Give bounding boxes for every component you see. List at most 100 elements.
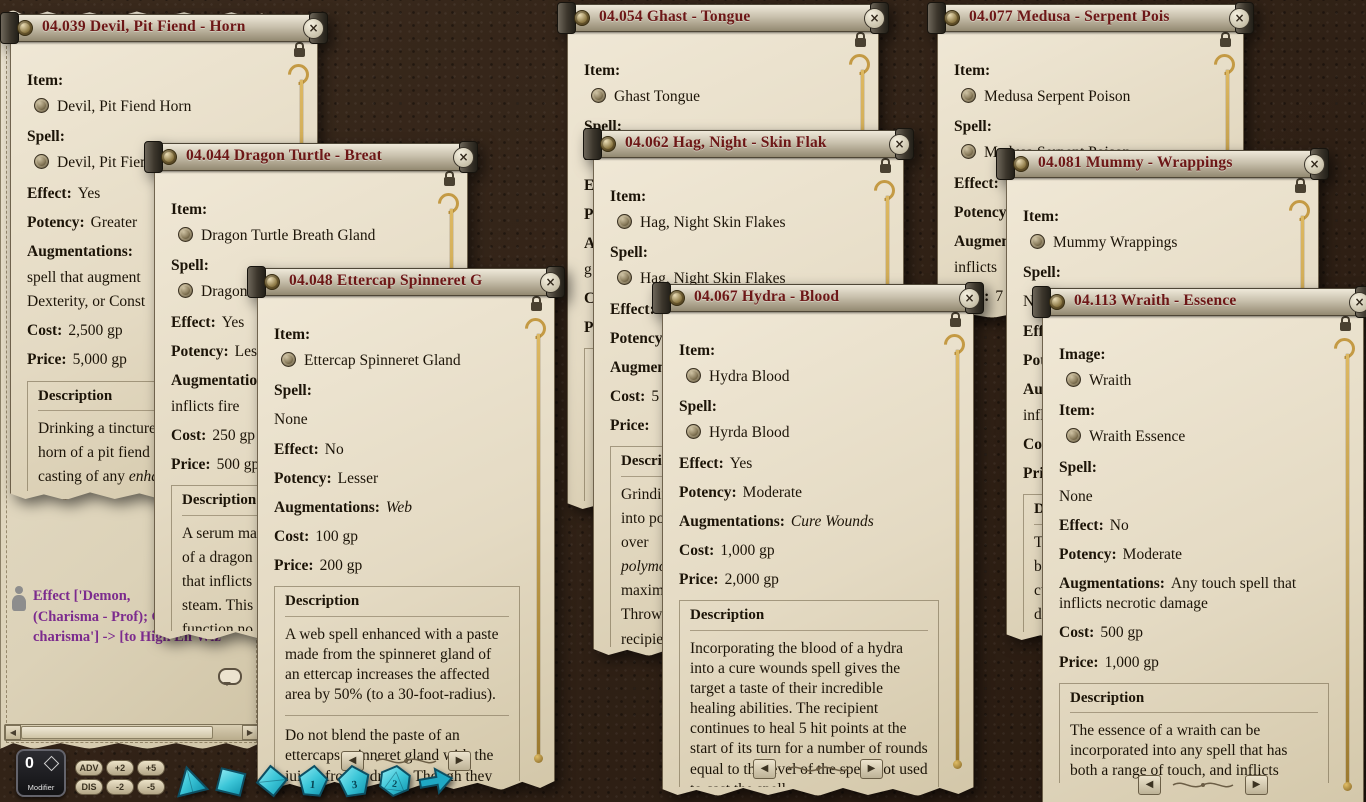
lock-icon[interactable] — [1220, 38, 1231, 47]
scroll-left-arrow-icon[interactable]: ◀ — [5, 725, 21, 740]
prev-page-button[interactable]: ◀ — [753, 759, 776, 779]
window-title: 04.067 Hydra - Blood — [694, 288, 936, 306]
close-button[interactable]: × — [889, 134, 910, 155]
window-content: Item: Ettercap Spinneret Gland Spell: No… — [274, 316, 520, 781]
item-link-bullet-icon[interactable] — [178, 227, 193, 242]
effect-label: Effect: — [610, 301, 655, 318]
close-button[interactable]: × — [1304, 154, 1325, 175]
effect-value: Yes — [730, 455, 753, 472]
item-link-bullet-icon[interactable] — [1066, 428, 1081, 443]
minus5-button[interactable]: -5 — [137, 779, 165, 795]
lock-icon[interactable] — [294, 48, 305, 57]
title-bar[interactable]: 04.048 Ettercap Spinneret G × — [252, 268, 560, 296]
spell-link-bullet-icon[interactable] — [617, 270, 632, 285]
title-bar[interactable]: 04.081 Mummy - Wrappings × — [1001, 150, 1324, 178]
title-bar[interactable]: 04.062 Hag, Night - Skin Flak × — [588, 130, 909, 158]
item-label: Item: — [1023, 207, 1284, 227]
scrollbar-curl-icon[interactable] — [1210, 50, 1240, 80]
prev-page-button[interactable]: ◀ — [1138, 775, 1161, 795]
item-link-bullet-icon[interactable] — [617, 214, 632, 229]
item-link-bullet-icon[interactable] — [961, 88, 976, 103]
item-link-bullet-icon[interactable] — [686, 368, 701, 383]
title-bar[interactable]: 04.113 Wraith - Essence × — [1037, 288, 1366, 316]
chat-horizontal-scrollbar[interactable]: ◀ ▶ — [4, 724, 259, 741]
pin-icon[interactable] — [600, 136, 616, 152]
title-bar[interactable]: 04.044 Dragon Turtle - Breat × — [149, 143, 473, 171]
pin-icon[interactable] — [264, 274, 280, 290]
scrollbar[interactable] — [956, 350, 959, 761]
close-button[interactable]: × — [1349, 292, 1366, 313]
dis-button[interactable]: DIS — [75, 779, 103, 795]
plus5-button[interactable]: +5 — [137, 760, 165, 776]
d10-die-icon[interactable]: 1 — [294, 762, 333, 799]
plus2-button[interactable]: +2 — [106, 760, 134, 776]
scrollbar-thumb[interactable] — [21, 726, 213, 739]
spell-link-bullet-icon[interactable] — [686, 424, 701, 439]
augmentations-value: Cure Wounds — [791, 513, 874, 530]
item-link-bullet-icon[interactable] — [281, 352, 296, 367]
close-button[interactable]: × — [1229, 8, 1250, 29]
speech-bubble-icon[interactable] — [218, 668, 242, 685]
close-button[interactable]: × — [864, 8, 885, 29]
scrollbar-curl-icon[interactable] — [845, 50, 875, 80]
scrollbar[interactable] — [537, 334, 540, 755]
item-link-bullet-icon[interactable] — [34, 98, 49, 113]
pointer-arrow-icon[interactable] — [415, 761, 456, 801]
scrollbar-curl-icon[interactable] — [1330, 334, 1360, 364]
minus2-button[interactable]: -2 — [106, 779, 134, 795]
parchment-panel: Image: Wraith Item: Wraith Essence Spell… — [1042, 301, 1364, 802]
title-bar[interactable]: 04.067 Hydra - Blood × — [657, 284, 979, 312]
close-button[interactable]: × — [959, 288, 980, 309]
title-bar[interactable]: 04.054 Ghast - Tongue × — [562, 4, 884, 32]
scrollbar-curl-icon[interactable] — [521, 314, 551, 344]
lock-icon[interactable] — [880, 164, 891, 173]
close-button[interactable]: × — [540, 272, 561, 293]
fantasy-grounds-desktop: Effect ['Demon, (Charisma - Prof); CHECK… — [0, 0, 1366, 802]
lock-icon[interactable] — [855, 38, 866, 47]
spell-link-bullet-icon[interactable] — [34, 154, 49, 169]
modifier-stack[interactable]: 0 Modifier — [16, 749, 66, 797]
d8-die-icon[interactable] — [252, 762, 291, 800]
modifier-label: Modifier — [18, 783, 64, 792]
item-link-bullet-icon[interactable] — [1030, 234, 1045, 249]
pin-icon[interactable] — [1013, 156, 1029, 172]
chat-input[interactable] — [11, 664, 254, 690]
scrollbar-curl-icon[interactable] — [870, 176, 900, 206]
scrollbar-curl-icon[interactable] — [940, 330, 970, 360]
pin-icon[interactable] — [17, 20, 33, 36]
lock-icon[interactable] — [950, 318, 961, 327]
next-page-button[interactable]: ▶ — [1245, 775, 1268, 795]
item-value: Mummy Wrappings — [1053, 234, 1177, 251]
pin-icon[interactable] — [944, 10, 960, 26]
image-link-bullet-icon[interactable] — [1066, 372, 1081, 387]
scrollbar-curl-icon[interactable] — [1285, 196, 1315, 226]
d12-die-icon[interactable]: 3 — [334, 762, 374, 801]
svg-text:1: 1 — [309, 779, 316, 791]
item-link-bullet-icon[interactable] — [591, 88, 606, 103]
scrollbar[interactable] — [1346, 354, 1349, 783]
augmentations-label: Augmentations: — [679, 513, 785, 530]
pin-icon[interactable] — [1049, 294, 1065, 310]
title-bar[interactable]: 04.077 Medusa - Serpent Pois × — [932, 4, 1249, 32]
d20-die-icon[interactable]: 2 — [375, 762, 415, 800]
lock-icon[interactable] — [531, 302, 542, 311]
title-bar[interactable]: 04.039 Devil, Pit Fiend - Horn × — [5, 14, 323, 42]
item-row: Hydra Blood — [679, 367, 939, 387]
close-button[interactable]: × — [303, 18, 324, 39]
d6-die-icon[interactable] — [211, 761, 252, 800]
d4-die-icon[interactable] — [168, 760, 211, 802]
pin-icon[interactable] — [669, 290, 685, 306]
pin-icon[interactable] — [161, 149, 177, 165]
pin-icon[interactable] — [574, 10, 590, 26]
lock-icon[interactable] — [1295, 184, 1306, 193]
window-content: Image: Wraith Item: Wraith Essence Spell… — [1059, 336, 1329, 783]
next-page-button[interactable]: ▶ — [860, 759, 883, 779]
close-button[interactable]: × — [453, 147, 474, 168]
spell-link-bullet-icon[interactable] — [178, 283, 193, 298]
lock-icon[interactable] — [1340, 322, 1351, 331]
scrollbar-curl-icon[interactable] — [434, 189, 464, 219]
scrollbar-curl-icon[interactable] — [284, 60, 314, 90]
adv-button[interactable]: ADV — [75, 760, 103, 776]
spell-link-bullet-icon[interactable] — [961, 144, 976, 159]
lock-icon[interactable] — [444, 177, 455, 186]
